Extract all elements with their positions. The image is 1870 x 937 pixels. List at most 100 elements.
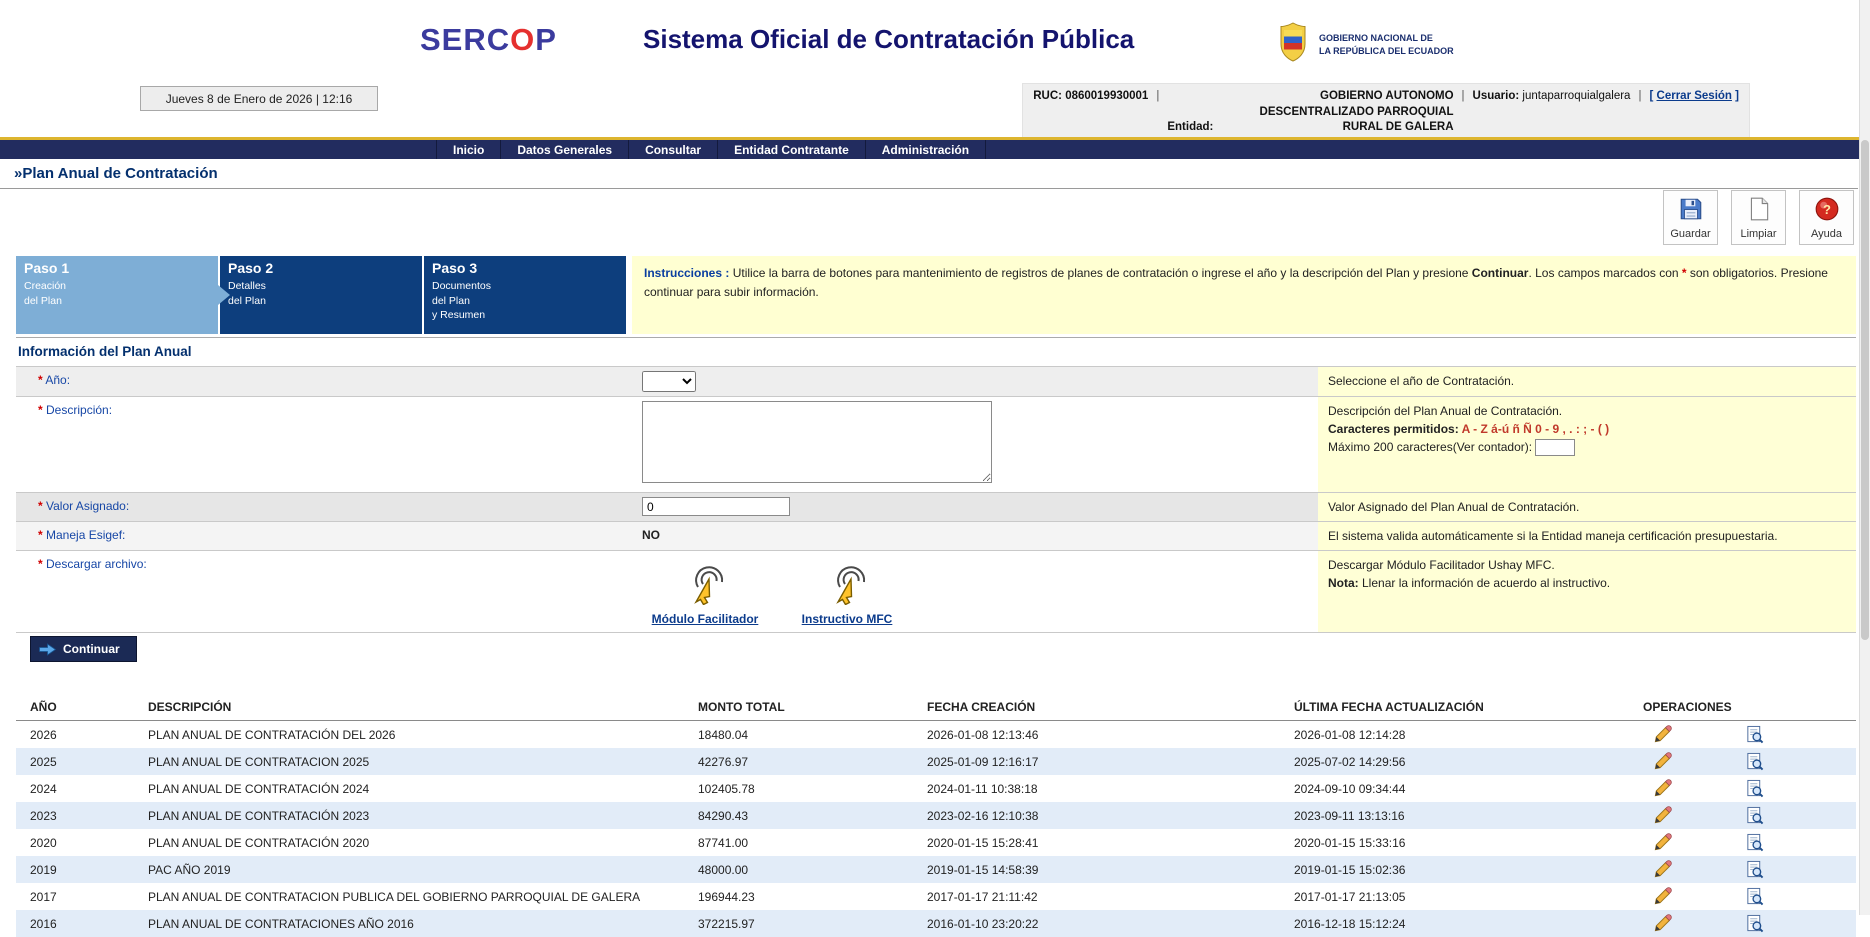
cell-operaciones	[1629, 721, 1856, 749]
cell-monto-total: 196944.23	[684, 883, 913, 910]
edit-icon[interactable]	[1653, 806, 1672, 825]
continuar-button[interactable]: Continuar	[30, 636, 137, 662]
cell-anio: 2026	[16, 721, 134, 749]
col-header-ultima-actualizacion: ÚLTIMA FECHA ACTUALIZACIÓN	[1280, 694, 1629, 721]
view-report-icon[interactable]	[1745, 725, 1764, 744]
cell-descripcion: PLAN ANUAL DE CONTRATACION 2025	[134, 748, 684, 775]
edit-icon[interactable]	[1653, 860, 1672, 879]
cell-operaciones	[1629, 829, 1856, 856]
cell-fecha-creacion: 2016-01-10 23:20:22	[913, 910, 1280, 937]
cell-monto-total: 42276.97	[684, 748, 913, 775]
form-row-anio: * Año: Seleccione el año de Contratación…	[16, 366, 1856, 396]
sercop-logo-text: P	[535, 22, 557, 57]
cell-ultima-actualizacion: 2017-01-17 21:13:05	[1280, 883, 1629, 910]
entidad-info: Entidad: GOBIERNO AUTONOMO DESCENTRALIZA…	[1167, 89, 1453, 136]
guardar-button[interactable]: Guardar	[1663, 190, 1718, 245]
table-row: 2019 PAC AÑO 2019 48000.00 2019-01-15 14…	[16, 856, 1856, 883]
edit-icon[interactable]	[1653, 779, 1672, 798]
view-report-icon[interactable]	[1745, 779, 1764, 798]
cell-ultima-actualizacion: 2019-01-15 15:02:36	[1280, 856, 1629, 883]
scrollbar-thumb[interactable]	[1861, 140, 1869, 640]
cell-operaciones	[1629, 910, 1856, 937]
nav-item-entidad-contratante[interactable]: Entidad Contratante	[718, 140, 866, 159]
view-report-icon[interactable]	[1745, 833, 1764, 852]
edit-icon[interactable]	[1653, 833, 1672, 852]
cell-monto-total: 102405.78	[684, 775, 913, 802]
table-row: 2017 PLAN ANUAL DE CONTRATACION PUBLICA …	[16, 883, 1856, 910]
edit-icon[interactable]	[1653, 914, 1672, 933]
view-report-icon[interactable]	[1745, 914, 1764, 933]
nav-item-consultar[interactable]: Consultar	[629, 140, 718, 159]
form-row-valor: * Valor Asignado: Valor Asignado del Pla…	[16, 492, 1856, 521]
cell-anio: 2017	[16, 883, 134, 910]
col-header-anio: AÑO	[16, 694, 134, 721]
col-header-descripcion: DESCRIPCIÓN	[134, 694, 684, 721]
cell-ultima-actualizacion: 2023-09-11 13:13:16	[1280, 802, 1629, 829]
nav-item-administracion[interactable]: Administración	[866, 140, 986, 159]
cell-anio: 2025	[16, 748, 134, 775]
counter-input[interactable]	[1535, 439, 1575, 456]
nav-item-datos-generales[interactable]: Datos Generales	[501, 140, 629, 159]
view-report-icon[interactable]	[1745, 806, 1764, 825]
table-header-row: AÑO DESCRIPCIÓN MONTO TOTAL FECHA CREACI…	[16, 694, 1856, 721]
cell-ultima-actualizacion: 2024-09-10 09:34:44	[1280, 775, 1629, 802]
cell-monto-total: 84290.43	[684, 802, 913, 829]
government-logo-text: GOBIERNO NACIONAL DE LA REPÚBLICA DEL EC…	[1319, 32, 1454, 56]
instructivo-mfc-download[interactable]: Instructivo MFC	[788, 559, 906, 626]
table-row: 2025 PLAN ANUAL DE CONTRATACION 2025 422…	[16, 748, 1856, 775]
limpiar-button[interactable]: Limpiar	[1731, 190, 1786, 245]
view-report-icon[interactable]	[1745, 752, 1764, 771]
wizard-steps: Paso 1 Creación del Plan Paso 2 Detalles…	[16, 256, 1856, 334]
cell-ultima-actualizacion: 2025-07-02 14:29:56	[1280, 748, 1629, 775]
cell-descripcion: PLAN ANUAL DE CONTRATACIONES AÑO 2016	[134, 910, 684, 937]
modulo-facilitador-download[interactable]: Módulo Facilitador	[646, 559, 764, 626]
separator: |	[1638, 89, 1641, 105]
government-logo: GOBIERNO NACIONAL DE LA REPÚBLICA DEL EC…	[1275, 22, 1454, 67]
click-download-icon	[679, 559, 731, 610]
cell-operaciones	[1629, 802, 1856, 829]
ecuador-crest-icon	[1275, 22, 1311, 67]
view-report-icon[interactable]	[1745, 860, 1764, 879]
descripcion-textarea[interactable]	[642, 401, 992, 483]
sercop-logo: SERCOP	[420, 22, 557, 58]
click-download-icon	[821, 559, 873, 610]
table-row: 2024 PLAN ANUAL DE CONTRATACIÓN 2024 102…	[16, 775, 1856, 802]
form-row-descargar: * Descargar archivo: Módulo Facilitador	[16, 550, 1856, 633]
view-report-icon[interactable]	[1745, 887, 1764, 906]
system-title: Sistema Oficial de Contratación Pública	[643, 24, 1134, 55]
cell-monto-total: 48000.00	[684, 856, 913, 883]
esigef-value: NO	[642, 525, 660, 542]
nav-item-inicio[interactable]: Inicio	[436, 140, 501, 159]
cell-fecha-creacion: 2019-01-15 14:58:39	[913, 856, 1280, 883]
datetime-display: Jueves 8 de Enero de 2026 | 12:16	[140, 86, 378, 111]
valor-asignado-input[interactable]	[642, 497, 790, 516]
cell-descripcion: PLAN ANUAL DE CONTRATACION PUBLICA DEL G…	[134, 883, 684, 910]
svg-text:?: ?	[1823, 201, 1831, 216]
edit-icon[interactable]	[1653, 752, 1672, 771]
cell-ultima-actualizacion: 2016-12-18 15:12:24	[1280, 910, 1629, 937]
cell-monto-total: 372215.97	[684, 910, 913, 937]
cell-descripcion: PLAN ANUAL DE CONTRATACIÓN 2023	[134, 802, 684, 829]
usuario-info: Usuario: juntaparroquialgalera	[1473, 89, 1631, 105]
anio-help: Seleccione el año de Contratación.	[1318, 367, 1856, 396]
logout-link[interactable]: [ Cerrar Sesión ]	[1649, 89, 1739, 105]
cell-fecha-creacion: 2020-01-15 15:28:41	[913, 829, 1280, 856]
ayuda-button[interactable]: ? Ayuda	[1799, 190, 1854, 245]
cell-anio: 2019	[16, 856, 134, 883]
descripcion-help: Descripción del Plan Anual de Contrataci…	[1318, 397, 1856, 492]
pac-table: AÑO DESCRIPCIÓN MONTO TOTAL FECHA CREACI…	[16, 694, 1856, 937]
descargar-help: Descargar Módulo Facilitador Ushay MFC. …	[1318, 551, 1856, 632]
anio-select[interactable]	[642, 371, 696, 392]
cell-ultima-actualizacion: 2026-01-08 12:14:28	[1280, 721, 1629, 749]
toolbar: Guardar Limpiar ? Ayuda	[1663, 190, 1854, 245]
descargar-label: * Descargar archivo:	[16, 551, 632, 632]
edit-icon[interactable]	[1653, 887, 1672, 906]
form-row-esigef: * Maneja Esigef: NO El sistema valida au…	[16, 521, 1856, 550]
cell-operaciones	[1629, 883, 1856, 910]
separator: |	[1462, 89, 1465, 105]
step-2-detalles: Paso 2 Detalles del Plan	[220, 256, 422, 334]
edit-icon[interactable]	[1653, 725, 1672, 744]
cell-anio: 2020	[16, 829, 134, 856]
session-info-bar: RUC: 0860019930001 | Entidad: GOBIERNO A…	[1022, 83, 1750, 142]
step-1-creacion: Paso 1 Creación del Plan	[16, 256, 218, 334]
